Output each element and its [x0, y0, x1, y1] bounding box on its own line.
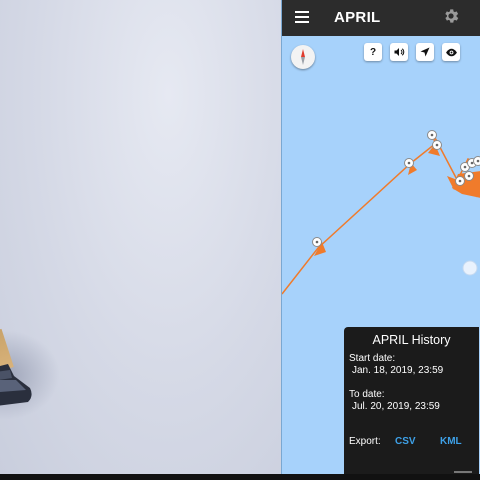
bottom-edge	[0, 474, 480, 480]
location-dot	[462, 260, 478, 276]
map-view[interactable]: ? APRIL History Start date: Jan. 18, 201…	[282, 36, 480, 474]
boot	[0, 364, 32, 406]
export-label: Export:	[349, 436, 381, 447]
gear-icon[interactable]	[442, 7, 460, 25]
to-date-value[interactable]: Jul. 20, 2019, 23:59	[352, 401, 440, 412]
location-button[interactable]	[416, 43, 434, 61]
start-date-label: Start date:	[349, 353, 396, 364]
phone-app: APRIL ? APRIL History Start date: Jan. 1…	[281, 0, 480, 474]
export-csv-link[interactable]: CSV	[395, 436, 416, 447]
export-kml-link[interactable]: KML	[440, 436, 462, 447]
eye-icon	[445, 48, 457, 56]
help-icon: ?	[369, 46, 377, 58]
app-bar: APRIL	[282, 0, 480, 36]
camera-photo-background	[0, 0, 281, 474]
to-date-label: To date:	[349, 389, 385, 400]
history-panel: APRIL History Start date: Jan. 18, 2019,…	[344, 327, 479, 474]
compass-icon[interactable]	[291, 45, 315, 69]
speaker-icon	[394, 48, 405, 56]
navigation-arrow-icon	[420, 47, 430, 57]
menu-icon[interactable]	[295, 11, 309, 23]
help-button[interactable]: ?	[364, 43, 382, 61]
history-title: APRIL History	[372, 333, 451, 347]
start-date-value[interactable]: Jan. 18, 2019, 23:59	[352, 365, 443, 376]
visibility-button[interactable]	[442, 43, 460, 61]
scroll-indicator	[454, 471, 472, 473]
track-line	[282, 133, 480, 295]
sound-button[interactable]	[390, 43, 408, 61]
app-title: APRIL	[334, 9, 381, 26]
